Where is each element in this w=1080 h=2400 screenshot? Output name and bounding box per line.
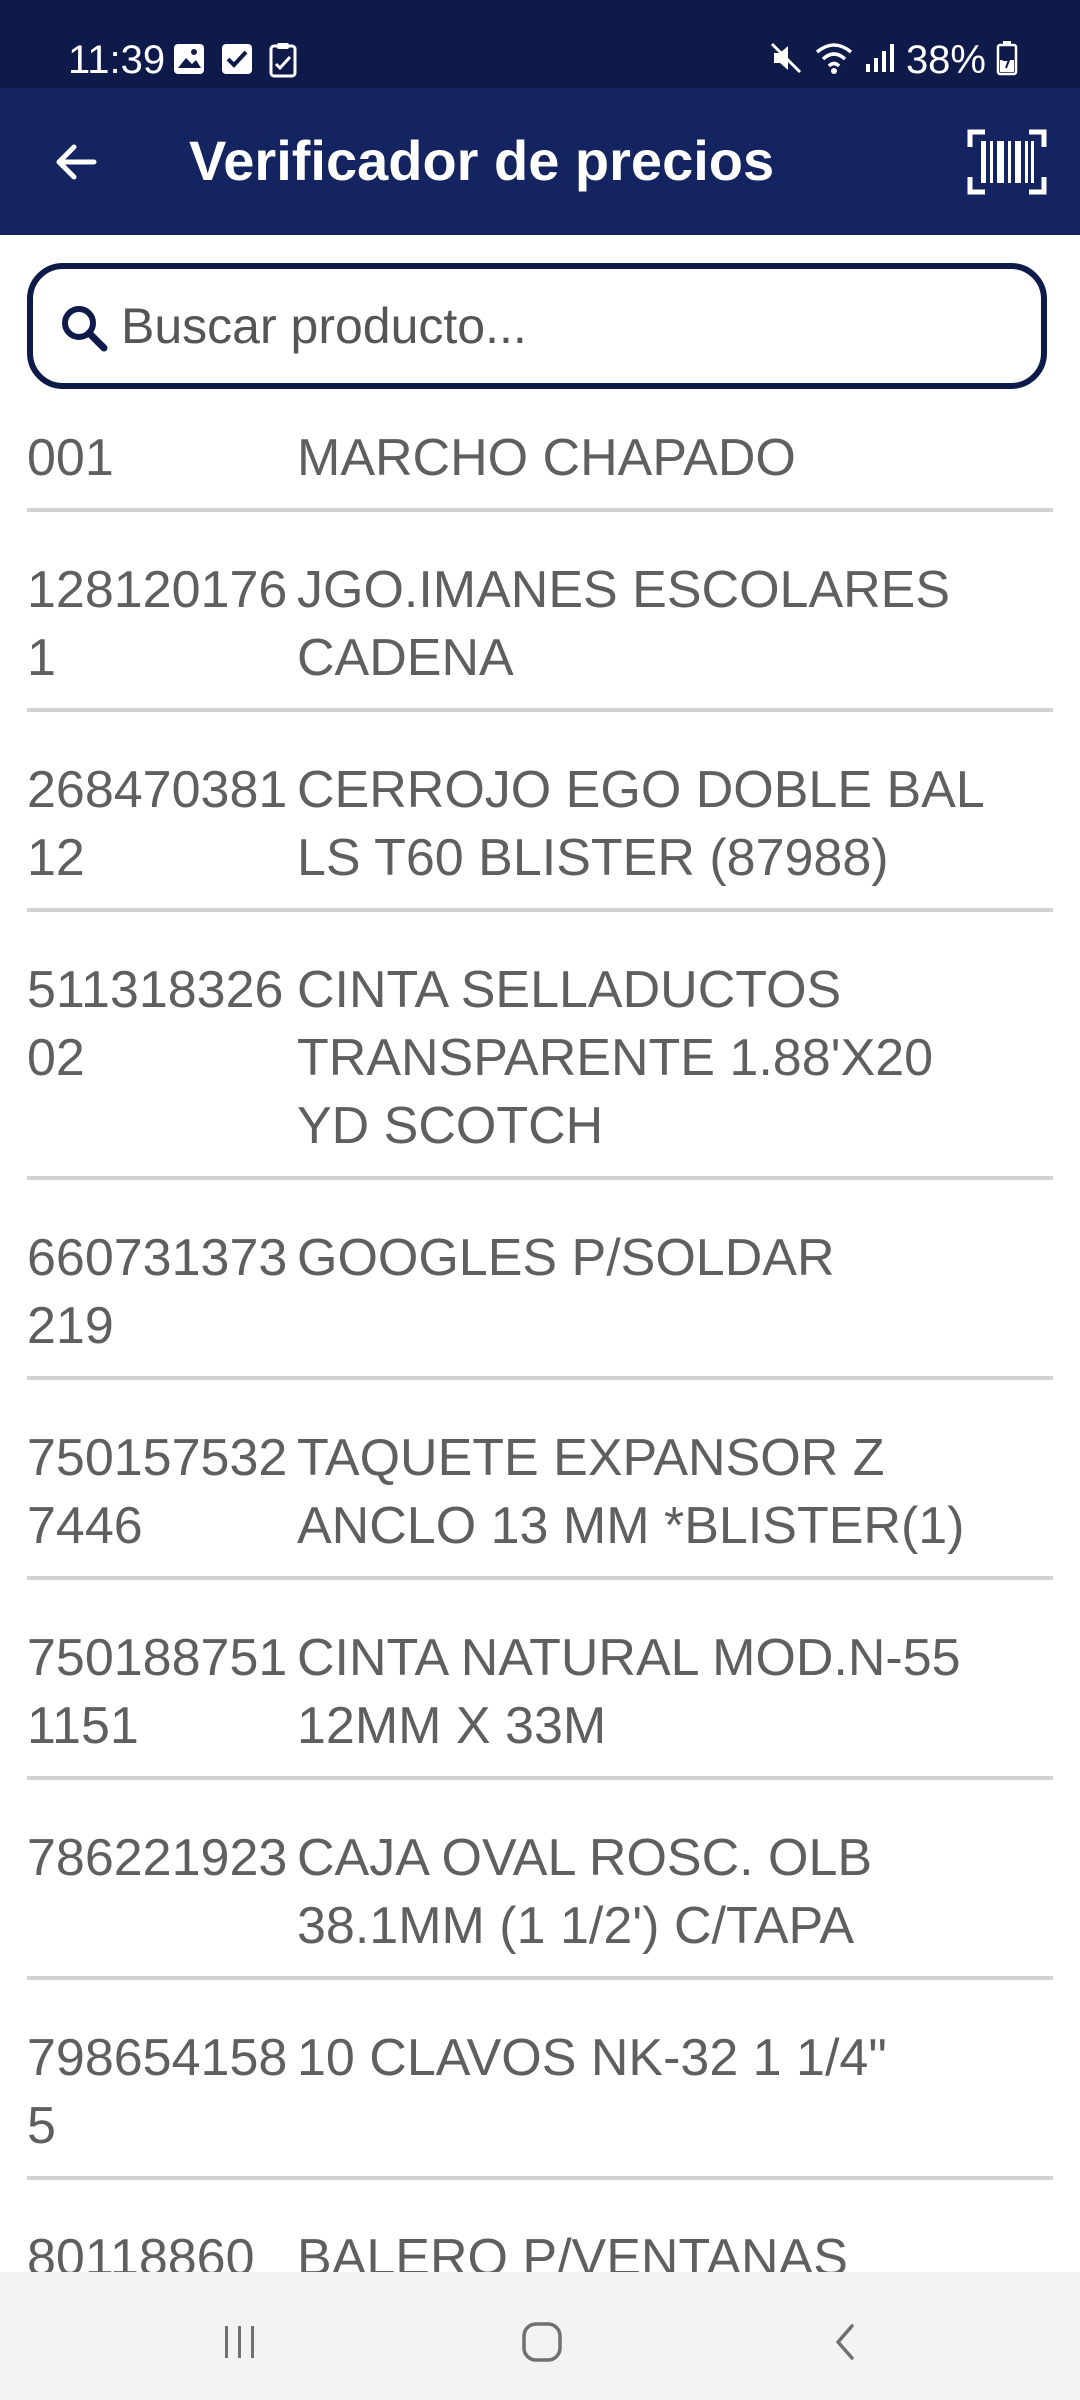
product-name: 10 CLAVOS NK-32 1 1/4" [297,2029,887,2087]
product-row[interactable]: 51131832602 CINTA SELLADUCTOS TRANSPARENT… [27,931,1053,1180]
arrow-left-icon [56,144,97,180]
notification-icons [172,42,298,83]
product-code: 660731373219 [27,1229,288,1355]
checkbox-icon [220,42,254,83]
product-row[interactable]: 786221923 CAJA OVAL ROSC. OLB 38.1MM (1 1… [27,1799,1053,1980]
product-row[interactable]: 7501575327446 TAQUETE EXPANSOR Z ANCLO 13… [27,1399,1053,1580]
battery-percent: 38% [905,38,986,82]
recents-icon [225,2326,254,2358]
product-row[interactable]: 7501887511151 CINTA NATURAL MOD.N-55 12MM… [27,1599,1053,1780]
product-code: 26847038112 [27,761,288,887]
product-row[interactable]: 7986541585 10 CLAVOS NK-32 1 1/4" [27,1999,1053,2180]
page-title: Verificador de precios [189,129,775,192]
product-row[interactable]: 001 MARCHO CHAPADO [27,400,1053,512]
system-icons: 38% [768,36,1018,84]
status-bar: 11:39 38% [0,0,1080,88]
product-list: 001 MARCHO CHAPADO 1281201761 JGO.IMANES ES… [0,400,1080,2399]
product-row[interactable]: 660731373219 GOOGLES P/SOLDAR [27,1199,1053,1380]
product-code: 001 [27,429,114,487]
product-code: 51131832602 [27,961,284,1087]
nav-back-button[interactable] [806,2302,886,2382]
back-icon [836,2324,854,2360]
wifi-icon [814,40,854,81]
signal-icon [864,42,896,79]
system-nav-bar [0,2272,1080,2400]
recents-button[interactable] [200,2302,280,2382]
gallery-icon [172,42,206,83]
product-row[interactable]: 1281201761 JGO.IMANES ESCOLARES CADENA [27,531,1053,712]
product-name: CAJA OVAL ROSC. OLB 38.1MM (1 1/2') C/TA… [297,1829,873,1955]
product-name: TAQUETE EXPANSOR Z ANCLO 13 MM *BLISTER(… [297,1429,965,1555]
product-name: JGO.IMANES ESCOLARES CADENA [297,561,951,687]
product-code: 7501887511151 [27,1629,288,1755]
product-code: 786221923 [27,1829,288,1887]
product-name: CINTA NATURAL MOD.N-55 12MM X 33M [297,1629,961,1755]
barcode-scanner-icon [967,129,1047,195]
product-code: 7501575327446 [27,1429,288,1555]
battery-icon [996,40,1018,81]
search-box[interactable] [27,263,1047,389]
product-name: CINTA SELLADUCTOS TRANSPARENTE 1.88'X20 … [297,961,934,1155]
search-icon [62,306,108,352]
barcode-scanner-button[interactable] [964,120,1050,204]
status-time: 11:39 [68,38,166,82]
app-bar: Verificador de precios [0,88,1080,235]
mute-icon [768,40,804,81]
home-button[interactable] [502,2302,582,2382]
product-name: MARCHO CHAPADO [297,429,796,487]
home-icon [522,2322,562,2362]
product-name: GOOGLES P/SOLDAR [297,1229,835,1287]
clipboard-icon [268,42,298,83]
product-name: CERROJO EGO DOBLE BAL LS T60 BLISTER (87… [297,761,983,887]
product-code: 7986541585 [27,2029,288,2155]
search-input[interactable] [121,291,1021,361]
back-button[interactable] [36,122,116,202]
product-row[interactable]: 26847038112 CERROJO EGO DOBLE BAL LS T60 … [27,731,1053,912]
product-code: 1281201761 [27,561,288,687]
